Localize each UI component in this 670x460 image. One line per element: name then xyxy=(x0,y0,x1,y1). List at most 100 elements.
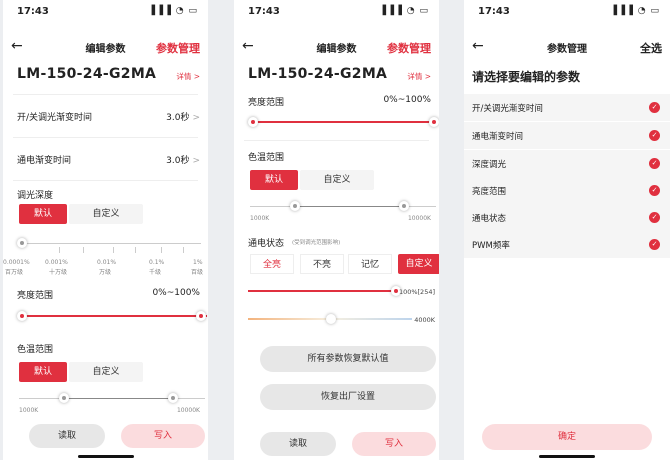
scale-label: 百万级 xyxy=(5,269,24,276)
model-name: LM-150-24-G2MA xyxy=(17,66,157,82)
power-temp-value: 4000K xyxy=(414,316,435,324)
cct-label: 色温范围 xyxy=(248,153,285,163)
power-level-track xyxy=(248,290,394,292)
cct-max-label: 10000K xyxy=(176,407,200,414)
dim-custom-button[interactable]: 自定义 xyxy=(69,204,143,224)
brightness-max-thumb[interactable] xyxy=(196,311,206,321)
fade-time-row[interactable]: 开/关调光渐变时间 3.0秒 > xyxy=(3,95,208,137)
param-manage-link[interactable]: 参数管理 xyxy=(387,40,431,56)
cct-min-label: 1000K xyxy=(19,407,39,414)
read-button[interactable]: 读取 xyxy=(29,424,105,448)
cct-max-thumb[interactable] xyxy=(168,393,178,403)
cct-selected-range xyxy=(294,206,404,207)
chevron-right-icon: > xyxy=(192,113,200,123)
brightness-value: 0%~100% xyxy=(383,95,431,105)
screen-edit-params-1: 17:43 ▐▐▐ ◔ ▭ ← 编辑参数 参数管理 LM-150-24-G2MA… xyxy=(3,0,208,460)
param-item-brightness[interactable]: 亮度范围 ✓ xyxy=(464,177,670,204)
power-level-value: 100%[254] xyxy=(398,288,435,296)
param-item-fade[interactable]: 开/关调光渐变时间 ✓ xyxy=(464,94,670,121)
cct-max-label: 10000K xyxy=(407,215,431,222)
param-item-depth[interactable]: 深度调光 ✓ xyxy=(464,150,670,177)
restore-defaults-button[interactable]: 所有参数恢复默认值 xyxy=(260,346,436,372)
cct-min-thumb[interactable] xyxy=(59,393,69,403)
power-custom-button[interactable]: 自定义 xyxy=(398,254,439,274)
scale-label: 0.001% xyxy=(45,259,68,266)
status-icons: ▐▐▐ ◔ ▭ xyxy=(148,6,198,16)
cct-min-label: 1000K xyxy=(250,215,270,222)
cct-label: 色温范围 xyxy=(17,345,54,355)
cct-min-thumb[interactable] xyxy=(290,201,300,211)
brightness-value: 0%~100% xyxy=(152,288,200,298)
status-icons: ▐▐▐ ◔ ▭ xyxy=(610,6,660,16)
brightness-range-track xyxy=(254,121,434,123)
tick xyxy=(113,247,114,253)
divider xyxy=(13,180,198,181)
cct-max-thumb[interactable] xyxy=(399,201,409,211)
param-item-power-fade[interactable]: 通电渐变时间 ✓ xyxy=(464,122,670,149)
screen-edit-params-2: 17:43 ▐▐▐ ◔ ▭ ← 编辑参数 参数管理 LM-150-24-G2MA… xyxy=(234,0,439,460)
cct-default-button[interactable]: 默认 xyxy=(250,170,298,190)
cct-default-button[interactable]: 默认 xyxy=(19,362,67,382)
checkmark-icon: ✓ xyxy=(649,158,660,169)
section-heading: 请选择要编辑的参数 xyxy=(472,70,581,84)
scale-label: 0.0001% xyxy=(3,259,30,266)
checkmark-icon: ✓ xyxy=(649,239,660,250)
cct-selected-range xyxy=(63,398,173,399)
param-manage-link[interactable]: 参数管理 xyxy=(156,40,200,56)
brightness-min-thumb[interactable] xyxy=(248,117,258,127)
detail-link[interactable]: 详情 > xyxy=(176,71,200,82)
power-memory-button[interactable]: 记忆 xyxy=(348,254,392,274)
write-button[interactable]: 写入 xyxy=(352,432,436,456)
param-item-pwm[interactable]: PWM频率 ✓ xyxy=(464,231,670,258)
param-item-label: 深度调光 xyxy=(472,160,507,170)
tick xyxy=(161,247,162,253)
status-time: 17:43 xyxy=(478,6,510,17)
dim-depth-label: 调光深度 xyxy=(17,191,54,201)
param-item-label: 开/关调光渐变时间 xyxy=(472,104,543,114)
cct-custom-button[interactable]: 自定义 xyxy=(300,170,374,190)
power-fade-row[interactable]: 通电渐变时间 3.0秒 > xyxy=(3,138,208,180)
write-button[interactable]: 写入 xyxy=(121,424,205,448)
select-all-button[interactable]: 全选 xyxy=(640,40,662,56)
tick xyxy=(183,247,184,253)
status-time: 17:43 xyxy=(248,6,280,17)
scale-label: 十万级 xyxy=(49,269,68,276)
param-item-power-state[interactable]: 通电状态 ✓ xyxy=(464,204,670,231)
scale-label: 0.01% xyxy=(97,259,117,266)
scale-label: 0.1% xyxy=(149,259,165,266)
param-item-label: 亮度范围 xyxy=(472,187,507,197)
brightness-label: 亮度范围 xyxy=(17,291,54,301)
divider xyxy=(244,140,429,141)
brightness-min-thumb[interactable] xyxy=(17,311,27,321)
dim-depth-slider-thumb[interactable] xyxy=(17,238,27,248)
param-item-label: PWM频率 xyxy=(472,241,510,251)
power-full-on-button[interactable]: 全亮 xyxy=(250,254,294,274)
checkmark-icon: ✓ xyxy=(649,212,660,223)
checkmark-icon: ✓ xyxy=(649,185,660,196)
power-fade-value: 3.0秒 > xyxy=(166,156,200,166)
scale-label: 1% xyxy=(193,259,203,266)
dim-default-button[interactable]: 默认 xyxy=(19,204,67,224)
checkmark-icon: ✓ xyxy=(649,102,660,113)
power-state-label: 通电状态 xyxy=(248,239,285,249)
confirm-button[interactable]: 确定 xyxy=(482,424,652,450)
brightness-max-thumb[interactable] xyxy=(429,117,439,127)
status-icons: ▐▐▐ ◔ ▭ xyxy=(379,6,429,16)
cct-custom-button[interactable]: 自定义 xyxy=(69,362,143,382)
factory-reset-button[interactable]: 恢复出厂设置 xyxy=(260,384,436,410)
param-item-label: 通电渐变时间 xyxy=(472,132,524,142)
fade-time-value: 3.0秒 > xyxy=(166,113,200,123)
scale-label: 千级 xyxy=(149,269,162,276)
home-indicator xyxy=(539,455,595,458)
param-item-label: 通电状态 xyxy=(472,214,507,224)
home-indicator xyxy=(78,455,134,458)
power-off-button[interactable]: 不亮 xyxy=(300,254,344,274)
model-name: LM-150-24-G2MA xyxy=(248,66,388,82)
status-time: 17:43 xyxy=(17,6,49,17)
power-temp-thumb[interactable] xyxy=(326,314,336,324)
detail-link[interactable]: 详情 > xyxy=(407,71,431,82)
dim-depth-slider-track xyxy=(19,243,201,244)
read-button[interactable]: 读取 xyxy=(260,432,336,456)
fade-time-label: 开/关调光渐变时间 xyxy=(17,113,93,123)
scale-label: 万级 xyxy=(99,269,112,276)
